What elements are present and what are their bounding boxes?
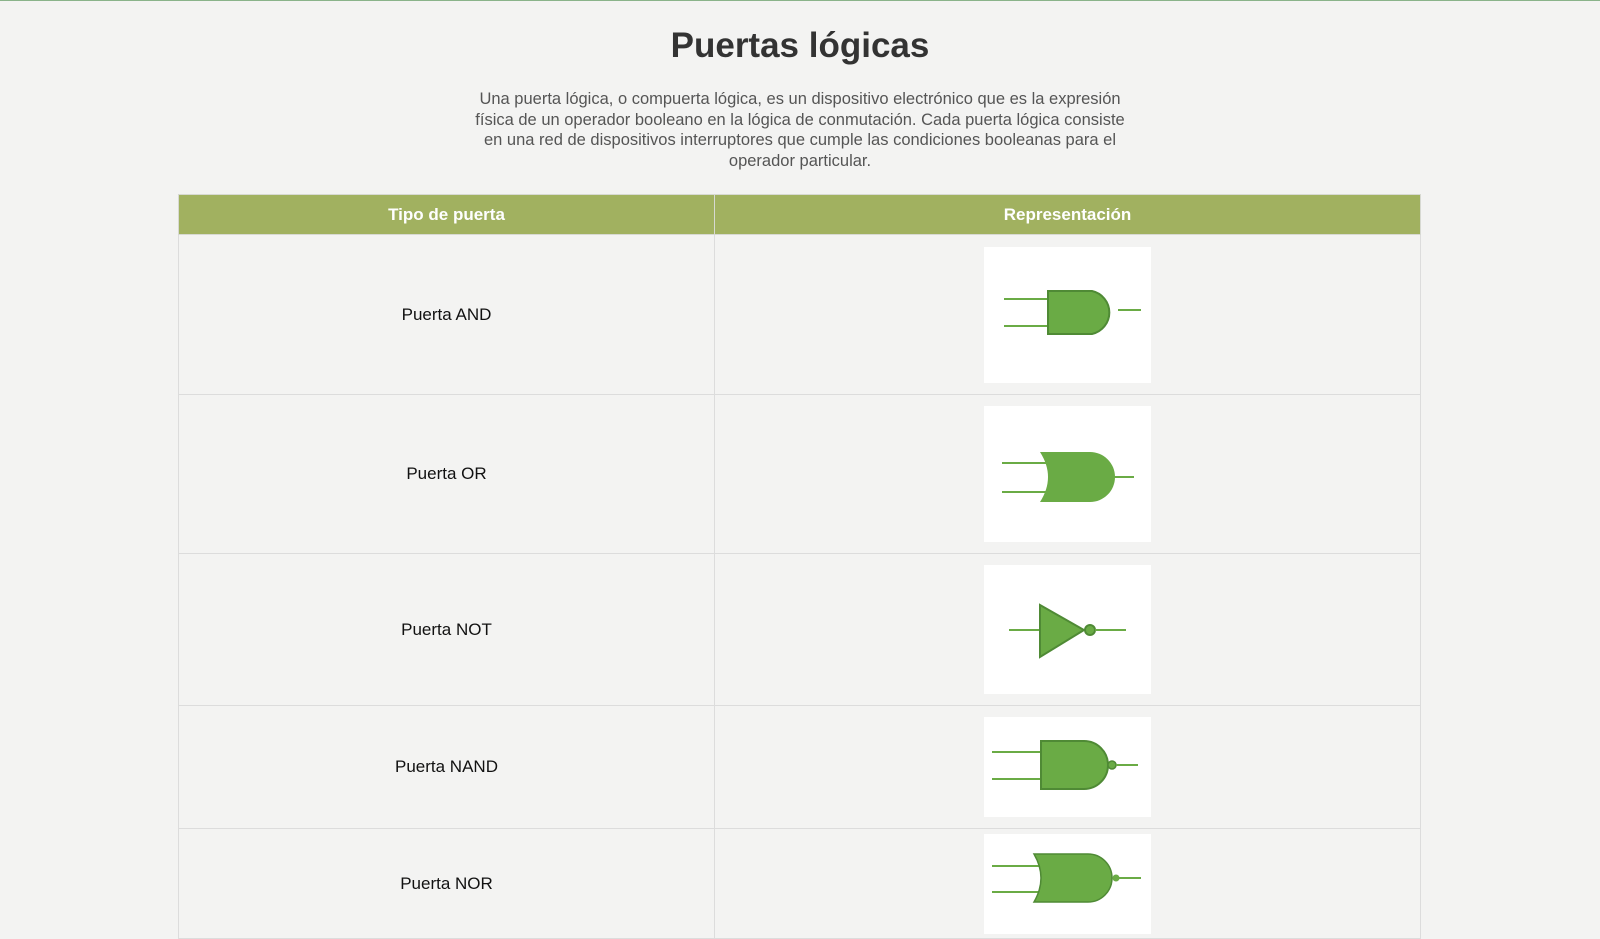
table-header-row: Tipo de puerta Representación <box>178 194 1421 235</box>
header-representation: Representación <box>714 194 1421 235</box>
intro-paragraph: Una puerta lógica, o compuerta lógica, e… <box>475 90 1125 170</box>
gate-representation-cell <box>714 394 1421 554</box>
gate-type-cell: Puerta AND <box>178 234 715 395</box>
not-gate-icon <box>984 565 1151 694</box>
gate-representation-cell <box>714 705 1421 829</box>
table-row: Puerta NOR <box>178 828 1421 939</box>
gate-representation-cell <box>714 553 1421 706</box>
table-row: Puerta AND <box>178 234 1421 395</box>
table-row: Puerta NAND <box>178 705 1421 829</box>
and-gate-icon <box>984 246 1151 383</box>
nand-gate-icon <box>984 717 1151 817</box>
gate-representation-cell <box>714 234 1421 395</box>
or-gate-icon <box>984 406 1151 542</box>
logic-gates-table: Tipo de puerta Representación Puerta AND <box>178 194 1421 939</box>
nor-gate-icon <box>984 833 1151 934</box>
table-row: Puerta NOT <box>178 553 1421 706</box>
page-title: Puertas lógicas <box>670 26 930 65</box>
gate-type-cell: Puerta NOT <box>178 553 715 706</box>
table-row: Puerta OR <box>178 394 1421 554</box>
gate-type-cell: Puerta NOR <box>178 828 715 939</box>
gate-type-cell: Puerta NAND <box>178 705 715 829</box>
gate-representation-cell <box>714 828 1421 939</box>
gate-type-cell: Puerta OR <box>178 394 715 554</box>
header-gate-type: Tipo de puerta <box>178 194 715 235</box>
